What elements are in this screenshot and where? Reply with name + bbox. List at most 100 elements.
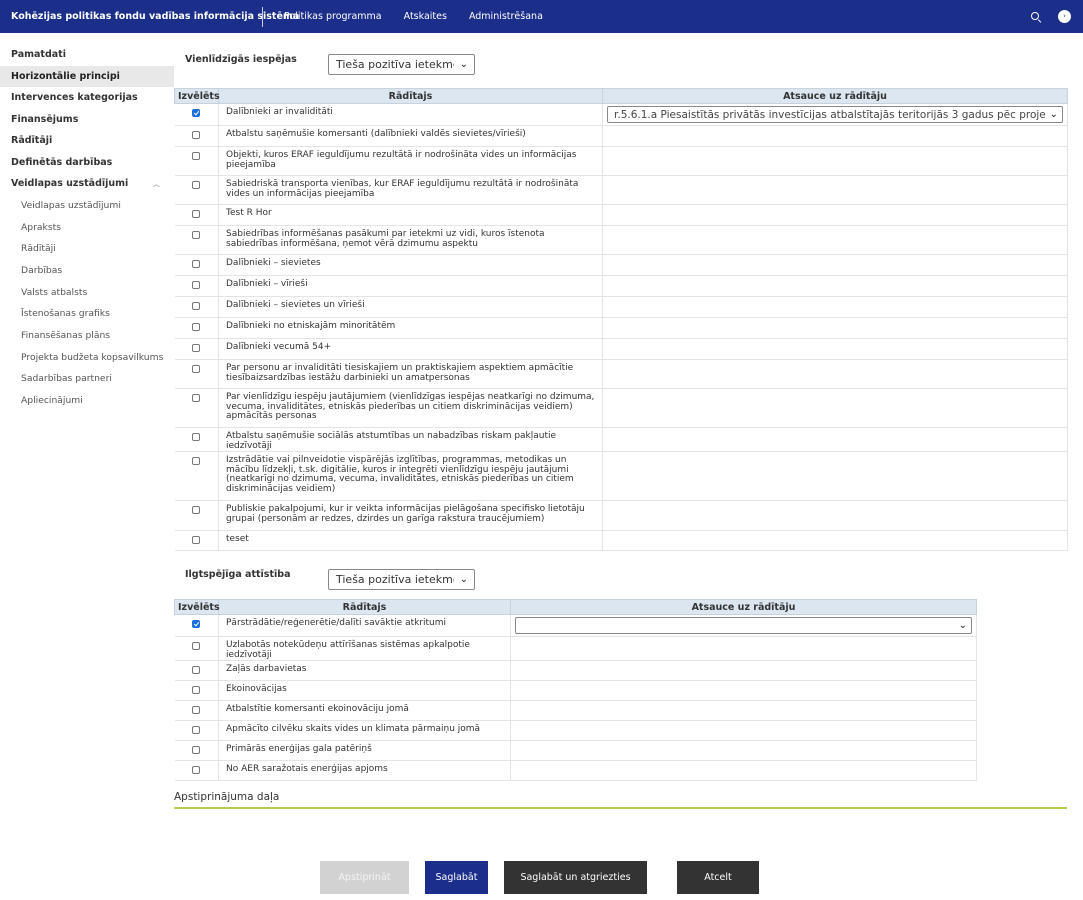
checkbox[interactable] <box>192 706 201 714</box>
indicator-name: Atbalstītie komersanti ekoinovāciju jomā <box>218 700 511 721</box>
search-icon[interactable] <box>1030 11 1042 23</box>
reference-select-value: r.5.6.1.a Piesaistītās privātās investīc… <box>614 108 1046 121</box>
indicator-name: Publiskie pakalpojumi, kur ir veikta inf… <box>218 500 603 531</box>
checkbox[interactable] <box>192 642 201 650</box>
sidebar-item-pamatdati[interactable]: Pamatdati <box>0 44 174 66</box>
table-row: Primārās enerģijas gala patēriņš <box>174 740 977 761</box>
sidebar-subitem[interactable]: Valsts atbalsts <box>0 281 174 303</box>
column-header-indicator: Rādītajs <box>218 599 511 615</box>
sustainable-development-select[interactable]: Tieša pozitīva ietekme ⌄ <box>328 569 475 590</box>
sidebar-subitem[interactable]: Sadarbības partneri <box>0 368 174 390</box>
approve-button[interactable]: Apstiprināt <box>320 861 409 894</box>
equal-opportunities-select[interactable]: Tieša pozitīva ietekme ⌄ <box>328 54 475 75</box>
checkbox[interactable] <box>192 281 201 289</box>
save-button[interactable]: Saglabāt <box>425 861 488 894</box>
checkbox[interactable] <box>192 260 201 268</box>
save-and-return-button[interactable]: Saglabāt un atgriezties <box>504 861 647 894</box>
checkbox[interactable] <box>192 726 201 734</box>
checkbox[interactable] <box>192 394 201 402</box>
select-value: Tieša pozitīva ietekme <box>336 58 454 71</box>
select-cell <box>174 103 219 126</box>
checkbox[interactable] <box>192 746 201 754</box>
cancel-button[interactable]: Atcelt <box>677 861 759 894</box>
select-cell <box>174 700 219 721</box>
checkbox[interactable] <box>192 131 201 139</box>
reference-cell <box>602 388 1068 428</box>
chevron-down-icon: ⌄ <box>958 620 967 631</box>
sidebar-subitem[interactable]: Projekta budžeta kopsavilkums <box>0 346 174 368</box>
checkbox[interactable] <box>192 181 201 189</box>
header-separator <box>262 6 263 27</box>
select-cell <box>174 317 219 339</box>
table-row: Test R Hor <box>174 204 1068 226</box>
reference-cell <box>510 700 977 721</box>
indicator-name: Izstrādātie vai pilnveidotie vispārējās … <box>218 451 603 501</box>
nav-administresana[interactable]: Administrēšana <box>469 11 543 22</box>
reference-cell <box>602 317 1068 339</box>
sidebar-subitem[interactable]: Rādītāji <box>0 238 174 260</box>
sidebar-item-raditaji[interactable]: Rādītāji <box>0 130 174 152</box>
select-cell <box>174 275 219 297</box>
select-cell <box>174 427 219 452</box>
sidebar-item-definetas-darbibas[interactable]: Definētās darbības <box>0 152 174 174</box>
sustainable-development-table: Izvēlēts Rādītajs Atsauce uz rādītāju Pā… <box>174 599 977 781</box>
checkbox[interactable] <box>192 457 201 465</box>
indicator-name: Par personu ar invaliditāti tiesiskajiem… <box>218 359 603 389</box>
reference-select[interactable]: ⌄ <box>515 617 972 634</box>
table-row: Pārstrādātie/reģenerētie/dalīti savāktie… <box>174 614 977 637</box>
nav-atskaites[interactable]: Atskaites <box>404 11 447 22</box>
table-row: Apmācīto cilvēku skaits vides un klimata… <box>174 720 977 741</box>
checkbox[interactable] <box>192 766 201 774</box>
select-cell <box>174 359 219 389</box>
sidebar-item-horizontalie-principi[interactable]: Horizontālie principi <box>0 65 174 87</box>
checkbox[interactable] <box>192 433 201 441</box>
sidebar-subitem[interactable]: Darbības <box>0 260 174 282</box>
reference-select[interactable]: r.5.6.1.a Piesaistītās privātās investīc… <box>607 106 1063 123</box>
reference-cell <box>602 146 1068 176</box>
column-header-selected: Izvēlēts <box>174 599 220 615</box>
sidebar-subitem[interactable]: Apraksts <box>0 216 174 238</box>
indicator-name: Atbalstu saņēmušie sociālās atstumtības … <box>218 427 603 452</box>
reference-cell <box>510 740 977 761</box>
checkbox[interactable] <box>192 231 201 239</box>
select-cell <box>174 296 219 318</box>
select-cell <box>174 660 219 681</box>
indicator-name: Ekoinovācijas <box>218 680 511 701</box>
checkbox[interactable] <box>192 323 201 331</box>
checkbox[interactable] <box>192 666 201 674</box>
reference-cell <box>602 530 1068 551</box>
section-label-equal-opportunities: Vienlīdzīgās iespējas <box>185 54 297 65</box>
sidebar-item-finansejums[interactable]: Finansējums <box>0 109 174 131</box>
select-cell <box>174 614 219 637</box>
sidebar-subitem[interactable]: Veidlapas uzstādījumi <box>0 195 174 217</box>
sidebar-subitem[interactable]: Apliecinājumi <box>0 390 174 412</box>
nav-politikas-programma[interactable]: Politikas programma <box>284 11 382 22</box>
user-menu-icon[interactable]: › <box>1058 10 1071 23</box>
table-row: Izstrādātie vai pilnveidotie vispārējās … <box>174 451 1068 501</box>
checkbox[interactable] <box>192 210 201 218</box>
checkbox[interactable] <box>192 686 201 694</box>
table-row: No AER saražotais enerģijas apjoms <box>174 760 977 781</box>
checkbox[interactable] <box>192 152 201 160</box>
sidebar-item-intervences-kategorijas[interactable]: Intervences kategorijas <box>0 87 174 109</box>
checkbox[interactable] <box>192 536 201 544</box>
checkbox[interactable] <box>192 302 201 310</box>
indicator-name: Sabiedrības informēšanas pasākumi par ie… <box>218 225 603 255</box>
equal-opportunities-table: Izvēlēts Rādītajs Atsauce uz rādītāju Da… <box>174 88 1068 551</box>
chevron-down-icon: ⌄ <box>459 574 468 585</box>
reference-cell <box>602 204 1068 226</box>
chevron-down-icon: ⌄ <box>459 59 468 70</box>
checkbox[interactable] <box>192 365 201 373</box>
table-row: Dalībnieki no etniskajām minoritātēm <box>174 317 1068 339</box>
checkbox-checked[interactable] <box>192 109 201 117</box>
column-header-reference: Atsauce uz rādītāju <box>602 88 1068 104</box>
sidebar-subitem[interactable]: Finansēšanas plāns <box>0 325 174 347</box>
sidebar-subitem[interactable]: Īstenošanas grafiks <box>0 303 174 325</box>
checkbox-checked[interactable] <box>192 620 201 628</box>
column-header-selected: Izvēlēts <box>174 88 220 104</box>
checkbox[interactable] <box>192 344 201 352</box>
sidebar-item-veidlapas-uzstadijumi[interactable]: Veidlapas uzstādījumi ︿ <box>0 173 174 195</box>
app-title[interactable]: Kohēzijas politikas fondu vadības inform… <box>0 11 299 22</box>
checkbox[interactable] <box>192 506 201 514</box>
reference-cell <box>510 760 977 781</box>
